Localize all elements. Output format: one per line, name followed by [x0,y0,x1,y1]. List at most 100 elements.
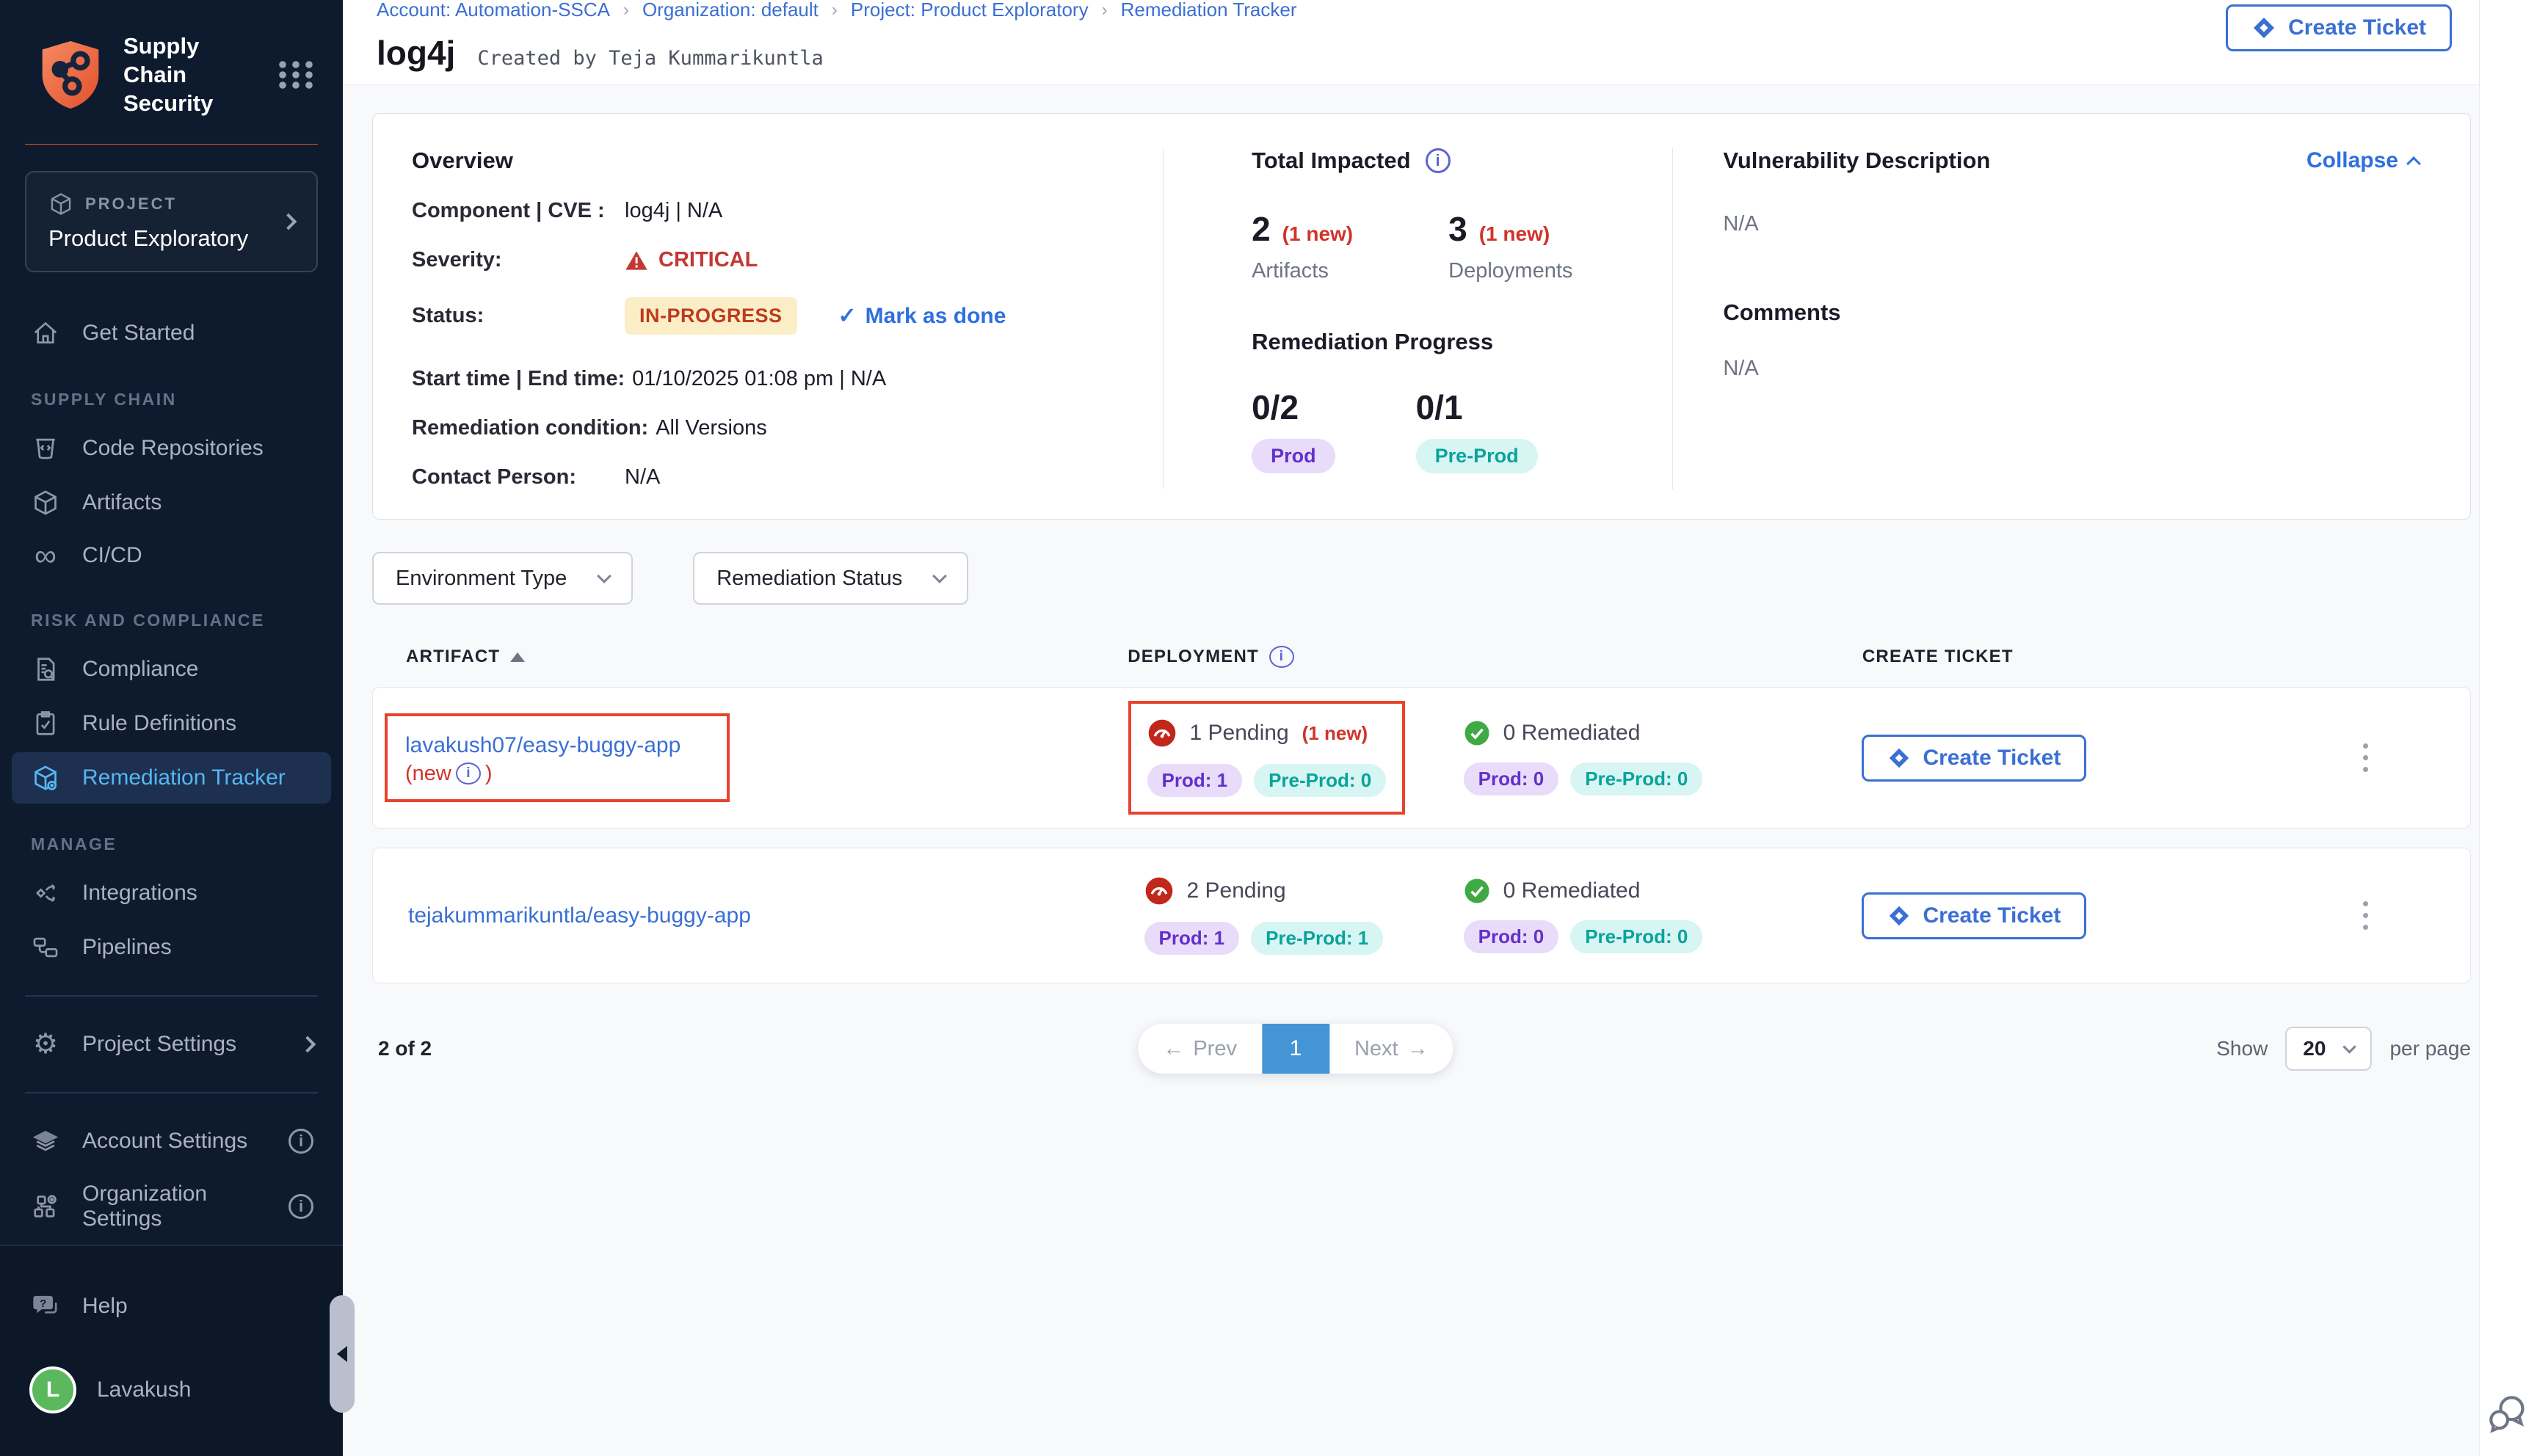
time-label: Start time | End time: [412,367,632,391]
description-column: Vulnerability Description Collapse N/A C… [1673,148,2470,489]
app-title: Supply Chain Security [123,32,256,117]
breadcrumb-separator: › [623,0,629,21]
create-ticket-header-label: CREATE TICKET [1862,647,2014,667]
shield-logo-icon [37,38,104,112]
sidebar-item-label: Help [82,1294,128,1319]
collapse-link[interactable]: Collapse [2306,148,2419,173]
created-by: Created by Teja Kummarikuntla [477,47,823,70]
artifact-link[interactable]: lavakush07/easy-buggy-app [405,733,680,757]
info-icon[interactable]: i [288,1194,313,1219]
sidebar-item-compliance[interactable]: Compliance [12,644,331,695]
info-icon[interactable]: i [288,1129,313,1154]
row-actions-menu[interactable] [2363,743,2368,772]
integrations-icon [29,879,62,907]
app-grid-icon[interactable] [275,57,316,92]
pending-new: (1 new) [1302,722,1368,745]
sidebar-item-get-started[interactable]: Get Started [12,307,331,359]
project-selector[interactable]: PROJECT Product Exploratory [25,171,318,272]
sidebar-item-cicd[interactable]: ∞ CI/CD [12,531,331,580]
infinity-icon: ∞ [29,543,62,568]
environment-type-filter[interactable]: Environment Type [372,552,633,605]
vulnerability-description-value: N/A [1723,212,2419,236]
preprod-count-badge: Pre-Prod: 0 [1570,920,1702,953]
create-ticket-cell: Create Ticket [1862,735,2260,782]
filters-row: Environment Type Remediation Status [372,552,2471,605]
section-risk-compliance: RISK AND COMPLIANCE [0,611,343,630]
total-impacted-heading: Total Impacted [1252,148,1410,174]
preprod-count-badge: Pre-Prod: 1 [1251,922,1383,955]
artifacts-new: (1 new) [1282,222,1353,246]
row-actions-menu[interactable] [2363,901,2368,930]
sidebar-item-label: Pipelines [82,935,172,960]
pending-gauge-icon [1144,876,1174,906]
artifact-link[interactable]: tejakummarikuntla/easy-buggy-app [408,903,751,928]
sidebar-item-label: Get Started [82,321,195,346]
condition-value: All Versions [656,416,767,440]
contact-label: Contact Person: [412,465,625,489]
create-ticket-column-header: CREATE TICKET [1862,647,2261,667]
artifact-column-header[interactable]: ARTIFACT [372,647,1128,667]
code-repo-icon [29,434,62,462]
org-hierarchy-gear-icon [29,1193,62,1220]
overview-row-status: Status: IN-PROGRESS ✓ Mark as done [412,297,1126,335]
layers-gear-icon [29,1127,62,1155]
sidebar-item-artifacts[interactable]: Artifacts [12,477,331,528]
remediation-status-filter[interactable]: Remediation Status [693,552,968,605]
artifacts-stat: 2 (1 new) Artifacts [1252,209,1353,283]
info-icon[interactable]: i [1269,646,1294,668]
breadcrumb-account[interactable]: Account: Automation-SSCA [377,0,610,21]
sidebar-item-project-settings[interactable]: ⚙ Project Settings [12,1019,331,1070]
breadcrumb-organization[interactable]: Organization: default [642,0,819,21]
preprod-progress-stat: 0/1 Pre-Prod [1416,387,1538,473]
chevron-up-icon [2406,156,2421,171]
prev-page-button[interactable]: ← Prev [1138,1024,1262,1074]
user-menu[interactable]: L Lavakush [12,1355,331,1425]
severity-label: Severity: [412,248,625,272]
page-size-select[interactable]: 20 [2285,1027,2372,1071]
breadcrumb-remediation-tracker[interactable]: Remediation Tracker [1121,0,1297,21]
chevron-down-icon [597,569,611,583]
sidebar-item-account-settings[interactable]: Account Settings i [12,1115,331,1167]
breadcrumb-separator: › [1102,0,1108,21]
row-create-ticket-button[interactable]: Create Ticket [1862,735,2086,782]
page-size-control: Show 20 per page [2216,1027,2471,1071]
component-label: Component | CVE : [412,199,625,223]
info-icon[interactable]: i [456,762,481,785]
annotation-box-artifact: lavakush07/easy-buggy-app (new i ) [385,713,730,802]
sidebar-item-rule-definitions[interactable]: Rule Definitions [12,698,331,749]
sidebar-item-code-repositories[interactable]: Code Repositories [12,423,331,474]
chevron-down-icon [932,569,947,583]
sidebar-item-organization-settings[interactable]: Organization Settings i [12,1170,331,1243]
create-ticket-button[interactable]: Create Ticket [2226,4,2452,51]
project-label: PROJECT [85,194,177,214]
sidebar-item-pipelines[interactable]: Pipelines [12,922,331,973]
prod-progress-stat: 0/2 Prod [1252,387,1335,473]
svg-text:?: ? [40,1297,46,1310]
sidebar-item-remediation-tracker[interactable]: Remediation Tracker [12,752,331,804]
chat-bubbles-icon[interactable] [2484,1391,2530,1437]
row-create-ticket-button[interactable]: Create Ticket [1862,892,2086,939]
sort-ascending-icon [510,652,525,662]
remediated-count: 0 Remediated [1503,878,1641,903]
breadcrumb-project[interactable]: Project: Product Exploratory [851,0,1089,21]
sidebar-item-label: CI/CD [82,543,142,568]
next-label: Next [1354,1037,1398,1061]
sidebar-item-label: Rule Definitions [82,711,236,736]
remediation-progress-heading: Remediation Progress [1252,329,1643,355]
deployment-cell: 1 Pending (1 new) Prod: 1 Pre-Prod: 0 [1128,701,1464,815]
sidebar-item-help[interactable]: ? Help [12,1280,331,1333]
sidebar-item-integrations[interactable]: Integrations [12,867,331,919]
annotation-box-pending: 1 Pending (1 new) Prod: 1 Pre-Prod: 0 [1128,701,1406,815]
mark-as-done-link[interactable]: ✓ Mark as done [838,303,1006,329]
clipboard-check-icon [29,710,62,738]
pending-count: 2 Pending [1187,878,1286,903]
remediated-check-icon [1464,720,1490,746]
project-name: Product Exploratory [48,225,248,252]
overview-row-condition: Remediation condition: All Versions [412,416,1126,440]
info-icon[interactable]: i [1426,148,1451,173]
next-page-button[interactable]: Next → [1329,1024,1453,1074]
page-number-active[interactable]: 1 [1262,1024,1329,1074]
sidebar-collapse-handle[interactable] [330,1295,355,1413]
preprod-count-badge: Pre-Prod: 0 [1570,762,1702,796]
prev-label: Prev [1193,1037,1237,1061]
